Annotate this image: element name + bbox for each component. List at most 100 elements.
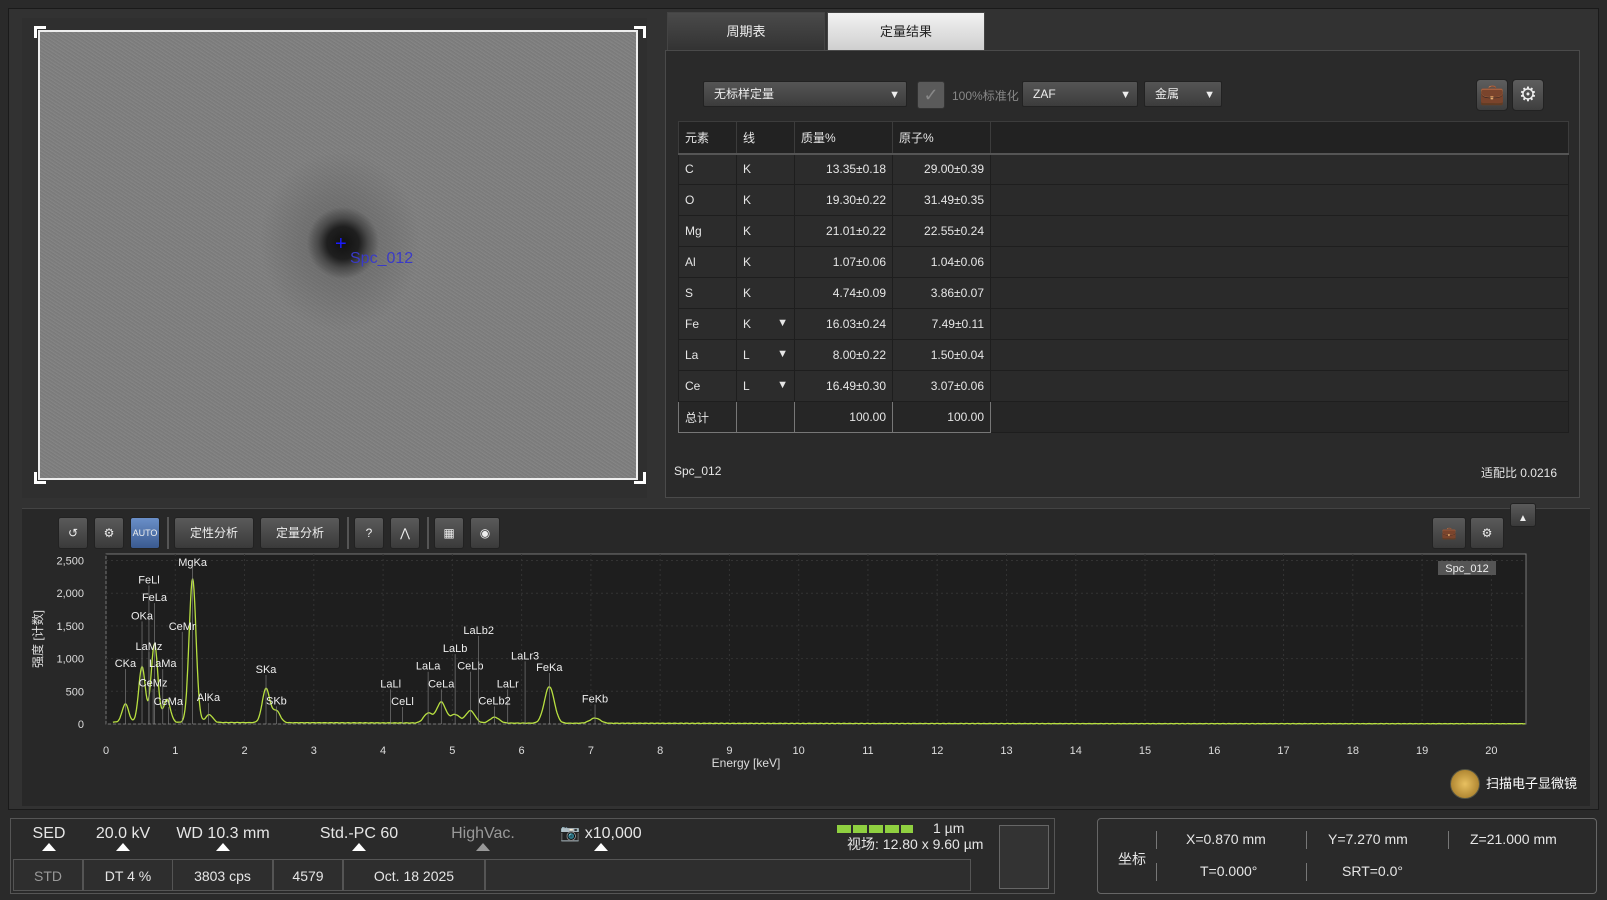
quant-method-value: 无标样定量 <box>714 87 775 101</box>
frame-corner-tr <box>634 26 646 38</box>
element-cell: O <box>678 184 737 216</box>
peak-annotation: CeLl <box>391 696 414 708</box>
element-cell: Ce <box>678 370 737 402</box>
qualitative-analysis-button[interactable]: 定性分析 <box>174 517 254 549</box>
triangle-up-icon: ▲ <box>1518 513 1528 524</box>
detector-select[interactable]: SED <box>31 821 67 851</box>
peak-search-button[interactable]: ? <box>354 517 384 549</box>
coord-t: T=0.000° <box>1200 863 1258 879</box>
gear-icon: ⚙ <box>1481 526 1493 540</box>
toolbar-divider <box>427 517 429 549</box>
vacuum-value: HighVac. <box>451 825 515 842</box>
coord-divider <box>1156 831 1157 849</box>
table-row[interactable]: Fe K ▼ 16.03±0.24 7.49±0.11 <box>678 308 1569 340</box>
histogram-button[interactable]: ▦ <box>434 517 464 549</box>
peak-fit-button[interactable]: ⋀ <box>390 517 420 549</box>
element-cell: C <box>678 153 737 185</box>
table-row[interactable]: Ce L ▼ 16.49±0.30 3.07±0.06 <box>678 370 1569 402</box>
chevron-down-icon[interactable]: ▼ <box>777 317 788 329</box>
sem-icon <box>1450 769 1480 799</box>
frame-corner-br <box>634 472 646 484</box>
chevron-down-icon[interactable]: ▼ <box>777 348 788 360</box>
coord-x: X=0.870 mm <box>1186 831 1266 847</box>
total-atom: 100.00 <box>892 401 991 433</box>
table-row[interactable]: S K 4.74±0.09 3.86±0.07 <box>678 277 1569 309</box>
sem-switch-button[interactable]: 扫描电子显微镜 <box>1450 769 1582 799</box>
normalize-checkbox[interactable]: ✓ <box>917 81 945 109</box>
table-row[interactable]: C K 13.35±0.18 29.00±0.39 <box>678 153 1569 185</box>
peak-annotation: LaLa <box>416 661 441 673</box>
report-button[interactable]: 💼 <box>1476 79 1508 111</box>
peak-annotation: CeMa <box>154 696 184 708</box>
material-select[interactable]: 金属 ▼ <box>1144 81 1222 107</box>
tab-quant-results[interactable]: 定量结果 <box>827 12 985 50</box>
correction-select[interactable]: ZAF ▼ <box>1022 81 1138 107</box>
chevron-down-icon: ▼ <box>1120 89 1131 101</box>
triangle-up-icon <box>476 843 490 851</box>
tab-periodic-table[interactable]: 周期表 <box>667 12 825 50</box>
settings-button[interactable]: ⚙ <box>1512 79 1544 111</box>
x-tick-label: 0 <box>103 745 109 757</box>
mass-cell: 21.01±0.22 <box>794 215 893 247</box>
probe-select[interactable]: Std.-PC 60 <box>316 821 402 851</box>
line-cell[interactable]: L ▼ <box>736 370 795 402</box>
quantitative-analysis-button[interactable]: 定量分析 <box>260 517 340 549</box>
chevron-down-icon[interactable]: ▼ <box>777 379 788 391</box>
element-cell: S <box>678 277 737 309</box>
quant-method-select[interactable]: 无标样定量 ▼ <box>703 81 907 107</box>
spectrum-settings-button[interactable]: ⚙ <box>1470 517 1504 549</box>
auto-scale-button[interactable]: AUTO <box>130 517 160 549</box>
triangle-up-icon <box>594 843 608 851</box>
detector-value: SED <box>32 825 66 842</box>
y-axis-label: 强度 [计数] <box>30 610 45 668</box>
line-cell[interactable]: K ▼ <box>736 308 795 340</box>
normalize-label: 100%标准化 <box>952 89 1019 103</box>
coord-divider <box>1306 831 1307 849</box>
peak-annotation: CeLb2 <box>478 695 510 707</box>
x-tick-label: 12 <box>931 745 943 757</box>
peak-annotation: SKa <box>256 664 278 676</box>
wd-select[interactable]: WD 10.3 mm <box>171 821 275 851</box>
triangle-up-icon <box>42 843 56 851</box>
quant-label: 定量分析 <box>275 526 324 540</box>
dt-value: DT 4 % <box>83 859 173 891</box>
triangle-up-icon <box>352 843 366 851</box>
spectrum-chart[interactable]: 05001,0001,5002,0002,500 0 1 2 3 4 5 6 7 8 9 10 11 1… <box>22 549 1582 779</box>
mode-value: STD <box>13 859 83 891</box>
status-side-button[interactable] <box>999 825 1049 889</box>
collapse-panel-button[interactable]: ▲ <box>1510 503 1536 527</box>
spectrum-report-button[interactable]: 💼 <box>1432 517 1466 549</box>
coord-divider <box>1156 863 1157 881</box>
frame-corner-tl <box>34 26 46 38</box>
x-tick-label: 4 <box>380 745 386 757</box>
blank-cell <box>990 153 1569 185</box>
sem-image[interactable]: + Spc_012 <box>38 30 638 480</box>
mass-cell: 1.07±0.06 <box>794 246 893 278</box>
vacuum-select[interactable]: HighVac. <box>447 821 519 851</box>
atom-cell: 31.49±0.35 <box>892 184 991 216</box>
reset-scale-button[interactable]: ↺ <box>58 517 88 549</box>
frame-corner-bl <box>34 472 46 484</box>
magnification-select[interactable]: 📷 x10,000 <box>556 821 646 851</box>
x-tick-label: 3 <box>311 745 317 757</box>
spot-marker-icon[interactable]: + <box>335 234 347 254</box>
line-value: K <box>743 193 752 207</box>
coord-y: Y=7.270 mm <box>1328 831 1408 847</box>
scale-settings-button[interactable]: ⚙ <box>94 517 124 549</box>
peak-annotation: FeLa <box>142 592 168 604</box>
y-tick-label: 1,000 <box>56 654 84 666</box>
export-button[interactable]: ◉ <box>470 517 500 549</box>
coord-srt: SRT=0.0° <box>1342 863 1403 879</box>
table-row[interactable]: O K 19.30±0.22 31.49±0.35 <box>678 184 1569 216</box>
x-tick-label: 14 <box>1070 745 1082 757</box>
table-row[interactable]: Mg K 21.01±0.22 22.55±0.24 <box>678 215 1569 247</box>
table-row[interactable]: La L ▼ 8.00±0.22 1.50±0.04 <box>678 339 1569 371</box>
quant-results-body: 无标样定量 ▼ ✓ 100%标准化 ZAF ▼ 金属 ▼ 💼 ⚙ 元素 线 质量% 原… <box>665 50 1580 498</box>
line-cell[interactable]: L ▼ <box>736 339 795 371</box>
x-tick-label: 16 <box>1208 745 1220 757</box>
table-row[interactable]: Al K 1.07±0.06 1.04±0.06 <box>678 246 1569 278</box>
peak-annotation: LaLb <box>443 643 467 655</box>
x-tick-label: 6 <box>519 745 525 757</box>
kv-select[interactable]: 20.0 kV <box>93 821 153 851</box>
qual-label: 定性分析 <box>189 526 238 540</box>
